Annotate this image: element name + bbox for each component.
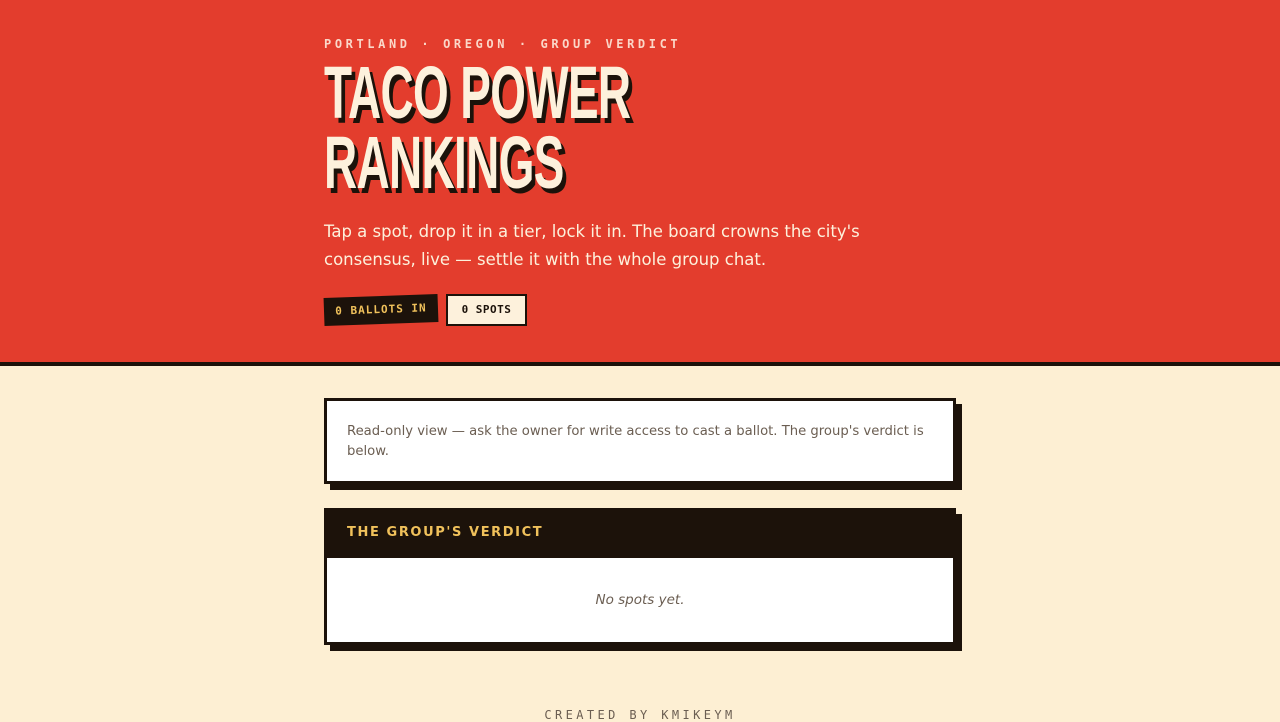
spots-count-badge: 0 SPOTS [446,294,527,326]
empty-state-text: No spots yet. [595,592,685,608]
group-verdict-header: THE GROUP'S VERDICT [327,511,953,558]
read-only-notice-text: Read-only view — ask the owner for write… [347,424,924,459]
hero-description: Tap a spot, drop it in a tier, lock it i… [324,222,860,269]
read-only-notice: Read-only view — ask the owner for write… [324,398,956,484]
ballots-count-badge: 0 BALLOTS IN [323,294,439,326]
page-title-line-1: TACO POWER [324,51,631,134]
hero-banner: PORTLAND · OREGON · GROUP VERDICT TACO P… [0,0,1280,366]
page-title: TACO POWER RANKINGS [324,51,721,204]
page-title-line-2: RANKINGS [324,121,564,204]
location-eyebrow: PORTLAND · OREGON · GROUP VERDICT [324,37,682,51]
group-verdict-heading: THE GROUP'S VERDICT [347,525,544,540]
group-verdict-panel: THE GROUP'S VERDICT No spots yet. [324,508,956,645]
